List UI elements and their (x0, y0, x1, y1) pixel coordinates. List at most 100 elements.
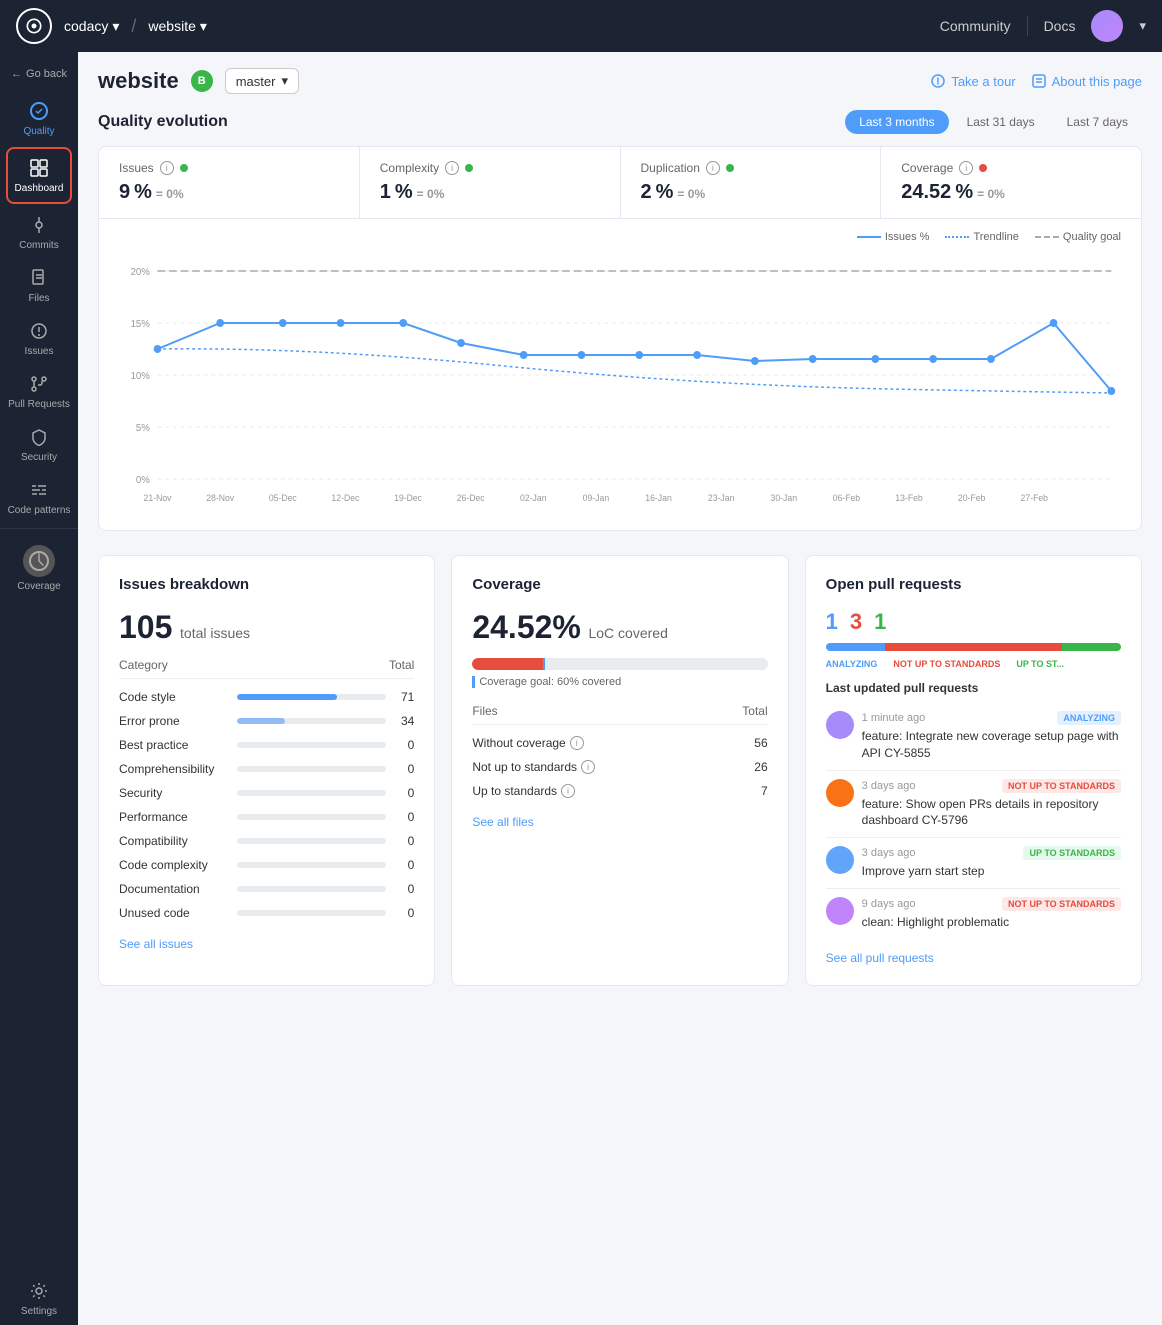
issues-breakdown-title: Issues breakdown (119, 576, 414, 593)
branch-badge: B (191, 70, 213, 92)
docs-link[interactable]: Docs (1044, 18, 1076, 34)
pull-requests-card: Open pull requests 1 3 1 ANALYZING NOT U… (805, 555, 1142, 986)
table-row: Comprehensibility 0 (119, 757, 414, 781)
legend-line-solid (857, 236, 881, 238)
sidebar-item-security[interactable]: Security (0, 418, 78, 471)
issue-bar-container (237, 694, 386, 700)
legend-quality-goal: Quality goal (1035, 231, 1121, 243)
code-patterns-icon (28, 479, 50, 501)
info-icon[interactable]: i (706, 161, 720, 175)
issue-bar-container (237, 766, 386, 772)
table-row: Security 0 (119, 781, 414, 805)
see-all-issues-button[interactable]: See all issues (119, 937, 193, 951)
info-icon[interactable]: i (581, 760, 595, 774)
sidebar-item-code-patterns[interactable]: Code patterns (0, 471, 78, 524)
metric-dot (979, 164, 987, 172)
metric-coverage-label: Coverage i (901, 161, 1121, 175)
sidebar-item-settings[interactable]: Settings (0, 1272, 78, 1325)
issues-icon (28, 320, 50, 342)
user-avatar[interactable] (1091, 10, 1123, 42)
pr-count-not-up: 3 (850, 609, 862, 635)
chevron-down-icon: ▾ (200, 18, 207, 35)
table-row: Code style 71 (119, 685, 414, 709)
chart-legend: Issues % Trendline Quality goal (119, 231, 1121, 243)
svg-text:28-Nov: 28-Nov (206, 493, 234, 503)
pr-bar-analyzing (826, 643, 885, 651)
issue-bar-container (237, 790, 386, 796)
list-item: 9 days ago NOT UP TO STANDARDS clean: Hi… (826, 889, 1121, 939)
metric-coverage: Coverage i 24.52% = 0% (881, 147, 1141, 218)
sidebar: ← Go back Quality Dashboard Commits (0, 52, 78, 1325)
legend-line-dotted (945, 236, 969, 238)
main-content: website B master ▾ Take a tour About thi… (78, 52, 1162, 1325)
quality-evolution-title: Quality evolution (98, 113, 228, 131)
pr-status-badge: UP TO STANDARDS (1023, 846, 1121, 860)
sidebar-item-pull-requests[interactable]: Pull Requests (0, 365, 78, 418)
commits-icon (28, 214, 50, 236)
time-tab-31days[interactable]: Last 31 days (953, 110, 1049, 134)
coverage-title: Coverage (472, 576, 767, 593)
time-tab-3months[interactable]: Last 3 months (845, 110, 948, 134)
quality-chart: 20% 15% 10% 5% 0% (119, 251, 1121, 511)
repo-link[interactable]: website ▾ (148, 18, 207, 35)
see-all-prs-button[interactable]: See all pull requests (826, 951, 934, 965)
pull-requests-title: Open pull requests (826, 576, 1121, 593)
svg-text:21-Nov: 21-Nov (144, 493, 172, 503)
pr-meta: 3 days ago NOT UP TO STANDARDS (862, 779, 1121, 793)
time-tab-7days[interactable]: Last 7 days (1053, 110, 1142, 134)
pr-meta: 9 days ago NOT UP TO STANDARDS (862, 897, 1121, 911)
pr-status-badge: NOT UP TO STANDARDS (1002, 779, 1121, 793)
take-tour-button[interactable]: Take a tour (931, 74, 1015, 89)
see-all-files-button[interactable]: See all files (472, 815, 533, 829)
list-item: 1 minute ago ANALYZING feature: Integrat… (826, 703, 1121, 771)
info-icon[interactable]: i (445, 161, 459, 175)
sidebar-item-dashboard[interactable]: Dashboard (6, 147, 72, 204)
info-icon[interactable]: i (959, 161, 973, 175)
top-navigation: codacy ▾ / website ▾ Community Docs ▾ (0, 0, 1162, 52)
files-icon (28, 267, 50, 289)
issue-bar (237, 718, 285, 724)
chevron-down-icon[interactable]: ▾ (1139, 18, 1146, 34)
sidebar-item-coverage[interactable]: Coverage (0, 537, 78, 600)
pr-avatar (826, 711, 854, 739)
about-page-button[interactable]: About this page (1032, 74, 1142, 89)
sidebar-back-button[interactable]: ← Go back (0, 60, 78, 88)
metric-coverage-value: 24.52% = 0% (901, 181, 1121, 204)
svg-text:16-Jan: 16-Jan (645, 493, 672, 503)
codacy-logo[interactable] (16, 8, 52, 44)
branch-selector[interactable]: master ▾ (225, 68, 299, 94)
sidebar-item-commits[interactable]: Commits (0, 206, 78, 259)
page-title: website (98, 68, 179, 94)
svg-text:12-Dec: 12-Dec (331, 493, 359, 503)
pr-meta: 3 days ago UP TO STANDARDS (862, 846, 1121, 860)
quality-icon (28, 100, 50, 122)
table-row: Up to standards i 7 (472, 779, 767, 803)
sidebar-item-files[interactable]: Files (0, 259, 78, 312)
sidebar-item-issues[interactable]: Issues (0, 312, 78, 365)
dashboard-icon (28, 157, 50, 179)
coverage-bar-filled (472, 658, 543, 670)
pr-bar-row (826, 643, 1121, 651)
sidebar-item-quality[interactable]: Quality (0, 92, 78, 145)
issues-breakdown-card: Issues breakdown 105 total issues Catego… (98, 555, 435, 986)
pr-bar-up (1062, 643, 1121, 651)
info-icon[interactable]: i (570, 736, 584, 750)
quality-evolution-header: Quality evolution Last 3 months Last 31 … (98, 110, 1142, 134)
metric-duplication-value: 2% = 0% (641, 181, 861, 204)
issue-bar-container (237, 910, 386, 916)
chevron-down-icon: ▾ (281, 73, 288, 89)
pr-avatar (826, 779, 854, 807)
time-tabs: Last 3 months Last 31 days Last 7 days (845, 110, 1142, 134)
legend-trendline: Trendline (945, 231, 1018, 243)
pr-status-badge: ANALYZING (1057, 711, 1121, 725)
issue-bar-container (237, 862, 386, 868)
info-icon[interactable]: i (561, 784, 575, 798)
pr-bar-not-up (885, 643, 1062, 651)
brand-link[interactable]: codacy ▾ (64, 18, 119, 35)
table-row: Documentation 0 (119, 877, 414, 901)
arrow-left-icon: ← (11, 68, 22, 80)
community-link[interactable]: Community (940, 18, 1011, 34)
info-icon[interactable]: i (160, 161, 174, 175)
list-item: 3 days ago NOT UP TO STANDARDS feature: … (826, 771, 1121, 839)
pr-info: 3 days ago NOT UP TO STANDARDS feature: … (862, 779, 1121, 830)
